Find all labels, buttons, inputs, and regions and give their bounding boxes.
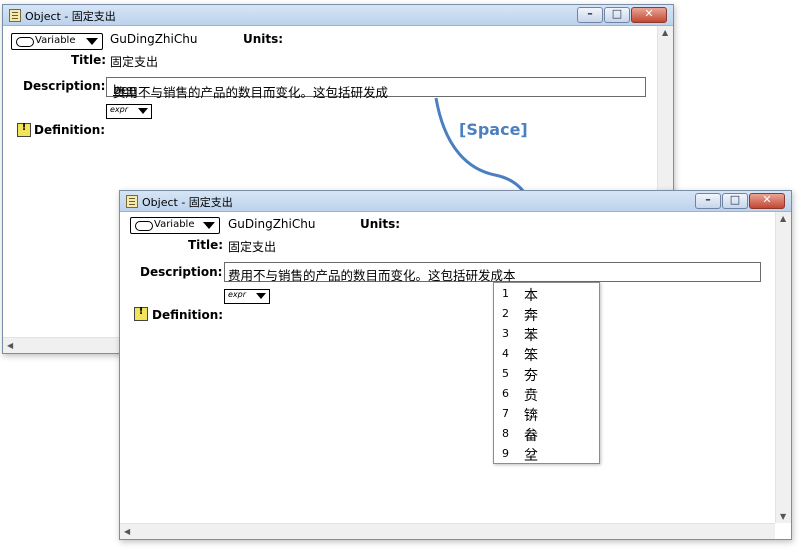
minimize-button[interactable]: – bbox=[695, 193, 721, 209]
minimize-icon: – bbox=[705, 193, 711, 206]
description-text: 费用不与销售的产品的数目而变化。这包括研发成本 bbox=[228, 268, 516, 283]
candidate-number: 5 bbox=[502, 367, 509, 380]
scroll-down-icon[interactable]: ▼ bbox=[780, 512, 786, 521]
scroll-left-icon[interactable]: ◀ bbox=[124, 527, 130, 536]
title-value[interactable]: 固定支出 bbox=[228, 238, 276, 255]
window-controls: – □ ✕ bbox=[694, 193, 785, 209]
identifier[interactable]: GuDingZhiChu bbox=[228, 217, 315, 231]
space-key-label: [Space] bbox=[459, 120, 528, 139]
dropdown-arrow-icon bbox=[256, 293, 266, 299]
object-window-icon bbox=[126, 195, 138, 208]
candidate-item[interactable]: 7锛 bbox=[494, 404, 599, 424]
candidate-char: 奔 bbox=[524, 308, 538, 324]
definition-label: Definition: bbox=[152, 308, 224, 322]
horizontal-scrollbar[interactable]: ◀ bbox=[120, 523, 775, 539]
title-bar[interactable]: Object - 固定支出 – □ ✕ bbox=[120, 191, 791, 212]
candidate-char: 贲 bbox=[524, 388, 538, 404]
class-label: Variable bbox=[154, 219, 195, 230]
candidate-number: 8 bbox=[502, 427, 509, 440]
candidate-number: 3 bbox=[502, 327, 509, 340]
units-label: Units: bbox=[360, 217, 401, 231]
candidate-item[interactable]: 5夯 bbox=[494, 364, 599, 384]
candidate-item[interactable]: 4笨 bbox=[494, 344, 599, 364]
ime-candidate-list: 1本 2奔 3苯 4笨 5夯 6贲 7锛 8畚 9坌 bbox=[493, 282, 600, 464]
variable-node-icon bbox=[135, 221, 153, 231]
candidate-char: 锛 bbox=[524, 408, 538, 424]
description-label: Description: bbox=[140, 265, 223, 279]
expr-dropdown[interactable]: expr bbox=[224, 289, 270, 304]
candidate-item[interactable]: 8畚 bbox=[494, 424, 599, 444]
candidate-char: 夯 bbox=[524, 368, 538, 384]
object-window-front: Object - 固定支出 – □ ✕ Variable GuDingZhiCh… bbox=[119, 190, 792, 540]
title-label: Title: bbox=[188, 238, 224, 252]
candidate-number: 2 bbox=[502, 307, 509, 320]
warning-icon: ! bbox=[134, 306, 148, 321]
candidate-item[interactable]: 6贲 bbox=[494, 384, 599, 404]
class-dropdown[interactable]: Variable bbox=[130, 217, 220, 234]
window-title: Object - 固定支出 bbox=[142, 196, 233, 209]
maximize-icon: □ bbox=[729, 193, 741, 206]
candidate-number: 9 bbox=[502, 447, 509, 460]
candidate-char: 苯 bbox=[524, 328, 538, 344]
vertical-scrollbar[interactable]: ▲ ▼ bbox=[775, 212, 791, 523]
close-icon: ✕ bbox=[762, 193, 772, 206]
candidate-item[interactable]: 9坌 bbox=[494, 444, 599, 464]
dropdown-arrow-icon bbox=[203, 222, 215, 229]
candidate-item[interactable]: 3苯 bbox=[494, 324, 599, 344]
candidate-char: 坌 bbox=[524, 448, 538, 464]
candidate-char: 笨 bbox=[524, 348, 538, 364]
maximize-button[interactable]: □ bbox=[722, 193, 748, 209]
candidate-number: 7 bbox=[502, 407, 509, 420]
scroll-up-icon[interactable]: ▲ bbox=[780, 214, 786, 223]
candidate-char: 本 bbox=[524, 288, 538, 304]
expr-label: expr bbox=[228, 290, 247, 299]
description-field[interactable]: 费用不与销售的产品的数目而变化。这包括研发成本 bbox=[224, 262, 761, 283]
window-content: Variable GuDingZhiChu Units: Title: 固定支出… bbox=[120, 212, 775, 523]
candidate-number: 4 bbox=[502, 347, 509, 360]
candidate-number: 1 bbox=[502, 287, 509, 300]
candidate-char: 畚 bbox=[524, 428, 538, 444]
close-button[interactable]: ✕ bbox=[749, 193, 785, 209]
candidate-item[interactable]: 2奔 bbox=[494, 304, 599, 324]
candidate-number: 6 bbox=[502, 387, 509, 400]
candidate-item[interactable]: 1本 bbox=[494, 284, 599, 304]
